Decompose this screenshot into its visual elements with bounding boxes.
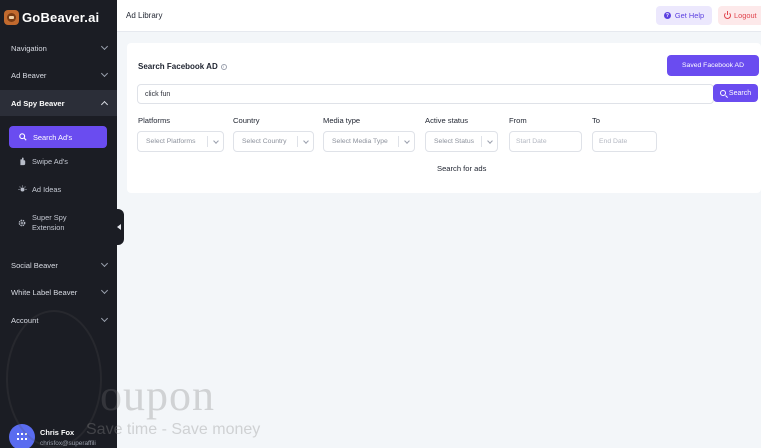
sidebar-section-label: Social Beaver (11, 260, 58, 270)
chevron-down-icon (482, 137, 497, 144)
chevron-down-icon (100, 314, 109, 323)
search-icon (18, 133, 28, 141)
start-date-input[interactable]: Start Date (509, 131, 582, 152)
logout-label: Logout (734, 11, 757, 20)
chevron-up-icon (100, 100, 109, 109)
country-select-value: Select Country (242, 138, 287, 145)
sidebar-section-label: White Label Beaver (11, 287, 78, 297)
sidebar-section-label: Ad Spy Beaver (11, 98, 65, 108)
search-button-label: Search (728, 89, 752, 97)
platforms-select[interactable]: Select Platforms (137, 131, 224, 152)
power-icon (724, 11, 731, 19)
media-type-select[interactable]: Select Media Type (323, 131, 415, 152)
to-label: To (592, 116, 601, 125)
sidebar-item-search-ads[interactable]: Search Ad's (9, 126, 107, 148)
grid-icon (17, 433, 27, 441)
sidebar-collapse-toggle[interactable] (113, 209, 124, 245)
sidebar-item-label: Search Ad's (33, 132, 73, 142)
caret-left-icon (116, 224, 121, 230)
chevron-down-icon (298, 137, 313, 144)
get-help-label: Get Help (674, 11, 705, 20)
watermark-word: oupon (100, 371, 215, 420)
sidebar-section-label: Ad Beaver (11, 70, 47, 80)
media-type-select-value: Select Media Type (332, 138, 388, 145)
page-title: Ad Library (126, 11, 163, 20)
search-icon (719, 90, 726, 96)
gear-icon (17, 219, 27, 227)
saved-facebook-ad-button[interactable]: Saved Facebook AD (667, 55, 759, 76)
avatar (9, 424, 35, 448)
sidebar-item-label: Ad Ideas (32, 185, 62, 194)
active-status-select-value: Select Status (434, 138, 475, 145)
chevron-down-icon (100, 42, 109, 51)
active-status-label: Active status (425, 116, 469, 125)
active-status-select[interactable]: Select Status (425, 131, 498, 152)
sidebar-section-ad-spy-beaver[interactable]: Ad Spy Beaver (0, 90, 117, 116)
chevron-down-icon (100, 286, 109, 295)
brand-name: GoBeaver.ai (22, 9, 100, 25)
sidebar-section-white-label-beaver[interactable]: White Label Beaver (0, 279, 117, 305)
country-select[interactable]: Select Country (233, 131, 314, 152)
get-help-button[interactable]: ? Get Help (656, 6, 712, 25)
sidebar-item-label: Swipe Ad's (32, 157, 68, 166)
sidebar-item-ad-ideas[interactable]: Ad Ideas (9, 185, 107, 194)
end-date-input[interactable]: End Date (592, 131, 657, 152)
sidebar-section-navigation[interactable]: Navigation (0, 35, 117, 61)
brand-logo[interactable]: GoBeaver.ai (4, 6, 99, 28)
info-icon[interactable]: i (220, 63, 227, 70)
help-icon: ? (663, 12, 671, 19)
search-panel: Search Facebook AD i Saved Facebook AD c… (127, 43, 761, 193)
chevron-down-icon (399, 137, 414, 144)
sidebar-section-social-beaver[interactable]: Social Beaver (0, 252, 117, 278)
beaver-logo-icon (4, 9, 19, 25)
hand-icon (17, 157, 27, 166)
sidebar-item-swipe-ads[interactable]: Swipe Ad's (9, 157, 107, 166)
search-button[interactable]: Search (713, 84, 758, 102)
sidebar-section-label: Navigation (11, 43, 47, 53)
sidebar-section-label: Account (11, 315, 39, 325)
top-header: Ad Library ? Get Help Logout (117, 0, 761, 32)
chevron-down-icon (208, 137, 223, 144)
sidebar-item-label: Super Spy Extension (32, 213, 67, 233)
user-profile[interactable]: Chris Fox chrisfox@superaffili (9, 424, 96, 448)
chevron-down-icon (100, 69, 109, 78)
sidebar-section-ad-beaver[interactable]: Ad Beaver (0, 62, 117, 88)
platforms-select-value: Select Platforms (146, 138, 196, 145)
sidebar-section-account[interactable]: Account (0, 307, 117, 333)
search-status-text: Search for ads (437, 164, 487, 173)
label-line-2: Extension (32, 223, 65, 232)
lightbulb-icon (17, 185, 27, 194)
logout-button[interactable]: Logout (718, 6, 761, 25)
search-panel-title-text: Search Facebook AD (138, 62, 218, 71)
chevron-down-icon (100, 259, 109, 268)
search-panel-title: Search Facebook AD i (138, 62, 227, 71)
from-label: From (509, 116, 527, 125)
sidebar-item-super-spy-extension[interactable]: Super Spy Extension (9, 213, 107, 233)
user-email: chrisfox@superaffili (40, 439, 96, 447)
search-input[interactable]: click fun (137, 84, 714, 104)
media-type-label: Media type (323, 116, 361, 125)
country-label: Country (233, 116, 260, 125)
platforms-label: Platforms (138, 116, 171, 125)
user-name: Chris Fox (40, 427, 75, 437)
sidebar: GoBeaver.ai Navigation Ad Beaver Ad Spy … (0, 0, 117, 448)
label-line-1: Super Spy (32, 213, 67, 222)
